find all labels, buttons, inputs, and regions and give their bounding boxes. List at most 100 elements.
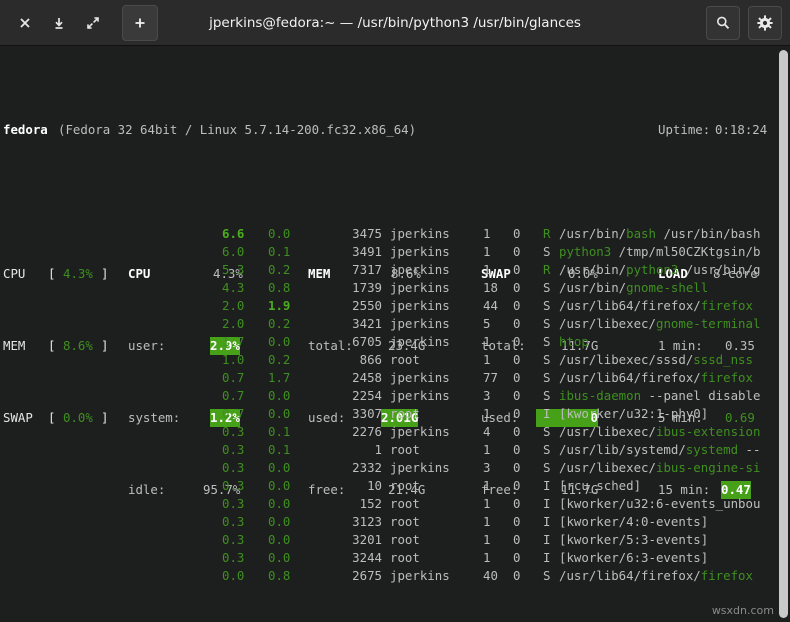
process-thr: 1 <box>483 406 491 421</box>
process-ni: 0 <box>513 532 521 547</box>
process-status: S <box>543 370 551 385</box>
process-pid: 1739 <box>352 280 382 295</box>
process-pid: 3421 <box>352 316 382 331</box>
process-command-path: /usr/libexec/ <box>559 424 656 439</box>
process-command: /usr/lib64/firefox/firefox <box>559 369 753 387</box>
process-command: [kworker/6:3-events] <box>559 549 708 567</box>
process-thr: 3 <box>483 388 491 403</box>
process-row[interactable]: 1.7 0.0 6705 jperkins 1 0 Shtop <box>0 333 780 351</box>
process-mem: 0.0 <box>268 496 291 511</box>
process-mem: 0.1 <box>268 244 291 259</box>
process-row[interactable]: 5.3 0.2 7317 jperkins 1 0 R/usr/bin/python3 /u… <box>0 261 780 279</box>
process-row[interactable]: 0.3 0.0 10 root 1 0 I [rcu_sched] <box>0 477 780 495</box>
process-mem: 0.1 <box>268 442 291 457</box>
process-row[interactable]: 0.0 0.8 2675 jperkins 40 0 S/usr/lib64/firefox… <box>0 567 780 585</box>
process-status: I <box>543 514 551 529</box>
process-row[interactable]: 0.3 0.0 152 root 1 0 I [kworker/u32:6-events_un… <box>0 495 780 513</box>
process-pid: 3244 <box>352 550 382 565</box>
process-command-name: gnome-terminal <box>655 316 761 331</box>
process-row[interactable]: 0.7 1.7 2458 jperkins 77 0 S/usr/lib64/firefox… <box>0 369 780 387</box>
process-user: jperkins <box>390 460 450 475</box>
process-command: /usr/lib64/firefox/firefox <box>559 567 753 585</box>
process-mem: 0.2 <box>268 316 291 331</box>
process-status: S <box>543 316 551 331</box>
process-row[interactable]: 0.3 0.0 3123 root 1 0 I [kworker/4:0-events] <box>0 513 780 531</box>
process-command: /usr/libexec/gnome-terminal <box>559 315 760 333</box>
process-mem: 0.0 <box>268 406 291 421</box>
search-icon <box>717 16 730 29</box>
process-pid: 3201 <box>352 532 382 547</box>
process-thr: 1 <box>483 442 491 457</box>
process-user: root <box>390 496 420 511</box>
close-button[interactable] <box>8 6 42 40</box>
titlebar-right-controls <box>706 5 782 40</box>
process-thr: 1 <box>483 262 491 277</box>
process-user: jperkins <box>390 334 450 349</box>
process-thr: 1 <box>483 244 491 259</box>
process-row[interactable]: 0.3 0.0 3244 root 1 0 I [kworker/6:3-events] <box>0 549 780 567</box>
new-tab-button[interactable] <box>122 4 158 41</box>
process-command-name: systemd <box>685 442 739 457</box>
process-ni: 0 <box>513 568 521 583</box>
process-user: root <box>390 406 420 421</box>
titlebar-left-controls <box>0 4 158 41</box>
process-thr: 1 <box>483 514 491 529</box>
process-user: root <box>390 532 420 547</box>
process-mem: 0.8 <box>268 280 291 295</box>
maximize-button[interactable] <box>76 6 110 40</box>
process-user: jperkins <box>390 370 450 385</box>
process-row[interactable]: 0.7 0.0 3307 root 1 0 I [kworker/u32:1-phy0] <box>0 405 780 423</box>
process-command-args: /usr/bin/bash <box>655 226 761 241</box>
process-row[interactable]: 1.0 0.2 866 root 1 0 S/usr/libexec/sssd/sssd_n… <box>0 351 780 369</box>
process-status: R <box>543 262 551 277</box>
process-status: I <box>543 550 551 565</box>
process-row[interactable]: 4.3 0.8 1739 jperkins 18 0 S/usr/bin/gnome-she… <box>0 279 780 297</box>
process-status: I <box>543 478 551 493</box>
process-cpu: 0.0 <box>222 568 245 583</box>
process-row[interactable]: 6.0 0.1 3491 jperkins 1 0 Spython3 /tmp/ml50CZ… <box>0 243 780 261</box>
process-thr: 1 <box>483 496 491 511</box>
process-command-path: /usr/bin/ <box>559 280 627 295</box>
process-row[interactable]: 0.3 0.0 3201 root 1 0 I [kworker/5:3-events] <box>0 531 780 549</box>
settings-button[interactable] <box>748 5 782 40</box>
search-button[interactable] <box>706 5 740 40</box>
process-command-args: /usr/bin/g <box>678 262 761 277</box>
process-pid: 3491 <box>352 244 382 259</box>
process-thr: 1 <box>483 550 491 565</box>
process-row[interactable]: 2.0 1.9 2550 jperkins 44 0 S/usr/lib64/firefox… <box>0 297 780 315</box>
process-cpu: 6.0 <box>222 244 245 259</box>
process-pid: 7317 <box>352 262 382 277</box>
process-row[interactable]: 0.3 0.1 1 root 1 0 S/usr/lib/systemd/systemd -… <box>0 441 780 459</box>
process-status: S <box>543 352 551 367</box>
process-row[interactable]: 6.6 0.0 3475 jperkins 1 0 R/usr/bin/bash /usr/… <box>0 225 780 243</box>
process-user: jperkins <box>390 226 450 241</box>
process-command-name: python3 <box>559 244 612 259</box>
process-command: python3 /tmp/ml50CZKtgsin/b <box>559 243 760 261</box>
process-command-path: /usr/libexec/ <box>559 460 656 475</box>
process-command: [kworker/u32:1-phy0] <box>559 405 708 423</box>
terminal-scrollbar[interactable] <box>779 50 788 618</box>
process-command-path: /usr/lib64/firefox/ <box>559 370 701 385</box>
process-pid: 2332 <box>352 460 382 475</box>
process-cpu: 2.0 <box>222 298 245 313</box>
process-command: ibus-daemon --panel disable <box>559 387 760 405</box>
process-command-path: /usr/lib/systemd/ <box>559 442 686 457</box>
terminal-content[interactable]: fedora (Fedora 32 64bit / Linux 5.7.14-2… <box>0 46 790 622</box>
process-thr: 18 <box>483 280 498 295</box>
process-ni: 0 <box>513 226 521 241</box>
process-command-path: /usr/bin/ <box>559 262 627 277</box>
process-row[interactable]: 0.3 0.1 2276 jperkins 4 0 S/usr/libexec/ibus-e… <box>0 423 780 441</box>
process-status: I <box>543 532 551 547</box>
process-thr: 1 <box>483 352 491 367</box>
process-cpu: 4.3 <box>222 280 245 295</box>
process-user: root <box>390 514 420 529</box>
process-ni: 0 <box>513 442 521 457</box>
process-cpu: 1.7 <box>222 334 245 349</box>
process-row[interactable]: 2.0 0.2 3421 jperkins 5 0 S/usr/libexec/gnome-… <box>0 315 780 333</box>
process-user: root <box>390 352 420 367</box>
process-command-args: [kworker/u32:6-events_unbou <box>559 496 761 511</box>
minimize-button[interactable] <box>42 6 76 40</box>
process-ni: 0 <box>513 298 521 313</box>
process-row[interactable]: 0.7 0.0 2254 jperkins 3 0 Sibus-daemon --panel… <box>0 387 780 405</box>
process-row[interactable]: 0.3 0.0 2332 jperkins 3 0 S/usr/libexec/ibus-e… <box>0 459 780 477</box>
